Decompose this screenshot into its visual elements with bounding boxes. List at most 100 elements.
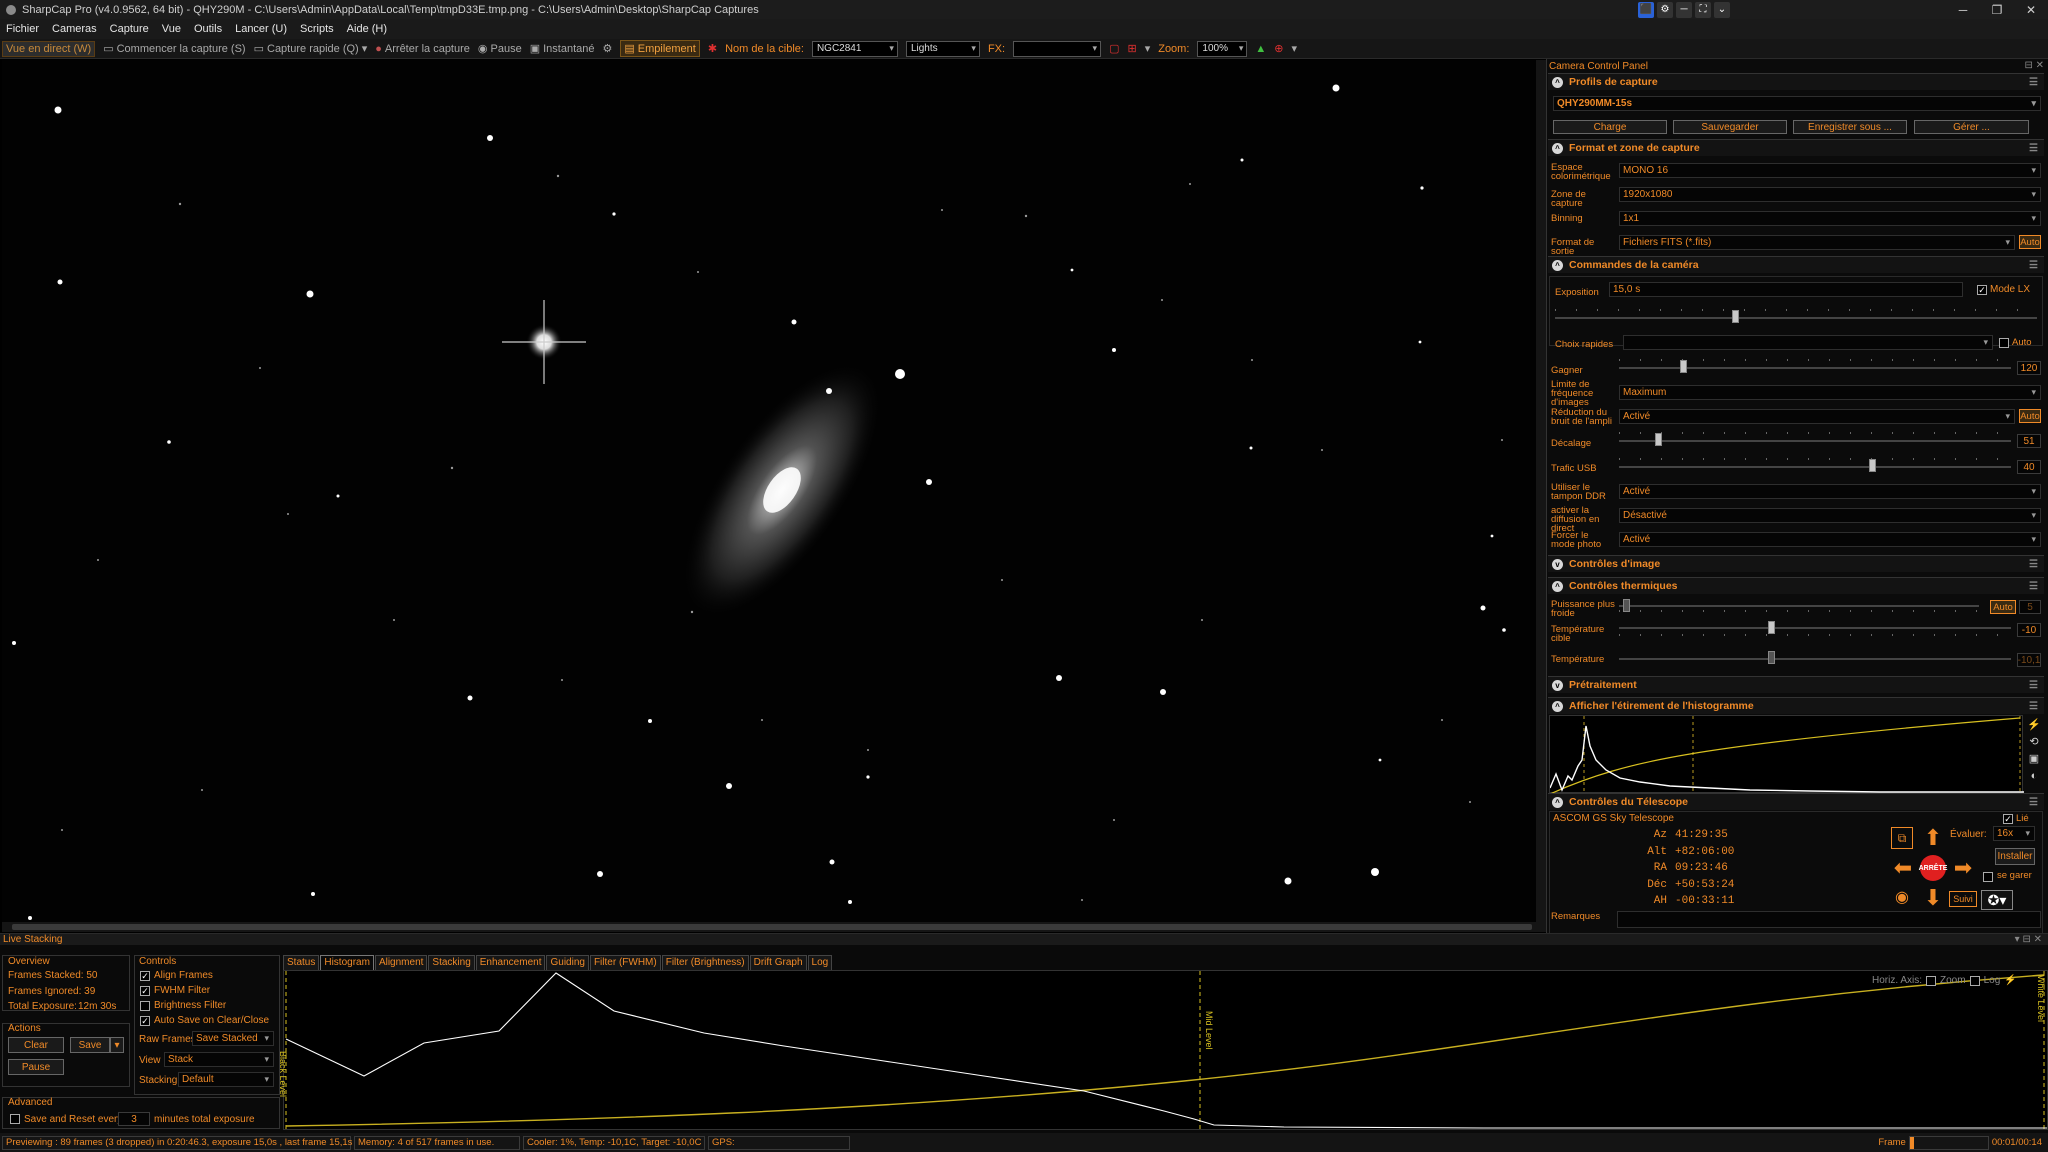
tray-icon-2[interactable]: ⚙ — [1657, 1, 1673, 18]
thermal-controls-header[interactable]: ^ Contrôles thermiques ☰ — [1548, 577, 2044, 594]
menu-launch[interactable]: Lancer (U) — [235, 23, 287, 35]
target-temperature-value[interactable]: -10 — [2017, 623, 2041, 637]
auto-stretch-icon[interactable]: ⚡ — [2004, 975, 2016, 986]
scrollbar-thumb[interactable] — [12, 924, 1532, 930]
menu-icon[interactable]: ☰ — [2029, 260, 2038, 271]
tracking-button[interactable]: Suivi — [1949, 891, 1977, 907]
log-checkbox[interactable] — [1969, 975, 1980, 986]
tab-alignment[interactable]: Alignment — [374, 955, 428, 970]
tab-histogram[interactable]: Histogram — [320, 955, 374, 970]
stacking-button[interactable]: ▤ Empilement — [620, 40, 700, 57]
profile-select[interactable]: QHY290MM-15s — [1553, 96, 2041, 111]
menu-cameras[interactable]: Cameras — [52, 23, 97, 35]
save-dropdown-icon[interactable]: ▾ — [110, 1037, 124, 1053]
remarks-input[interactable] — [1617, 911, 2041, 928]
frame-box-icon[interactable]: ▢ — [1109, 42, 1119, 55]
save-reset-minutes[interactable]: 3 — [118, 1112, 150, 1126]
stop-capture-button[interactable]: ● Arrêter la capture — [375, 43, 470, 55]
target-temperature-slider-thumb[interactable] — [1768, 621, 1775, 634]
gain-slider[interactable] — [1619, 367, 2011, 369]
grid-icon[interactable]: ⊞ — [1127, 42, 1136, 55]
menu-scripts[interactable]: Scripts — [300, 23, 334, 35]
menu-view[interactable]: Vue — [162, 23, 181, 35]
tab-drift-graph[interactable]: Drift Graph — [749, 955, 807, 970]
cooler-power-auto-button[interactable]: Auto — [1990, 600, 2016, 614]
fwhm-filter-checkbox[interactable]: ✓ — [140, 986, 150, 996]
target-name-select[interactable]: NGC2841 — [811, 40, 898, 57]
offset-value[interactable]: 51 — [2017, 434, 2041, 448]
settings-icon[interactable]: ⚙ — [602, 42, 612, 55]
capture-area-select[interactable]: 1920x1080 — [1619, 187, 2041, 202]
save-profile-button[interactable]: Sauvegarder — [1673, 120, 1787, 134]
usb-traffic-value[interactable]: 40 — [2017, 460, 2041, 474]
tray-icon-3[interactable]: ─ — [1676, 1, 1692, 18]
menu-icon[interactable]: ☰ — [2029, 77, 2038, 88]
west-arrow-icon[interactable]: ⬅ — [1889, 855, 1917, 881]
north-arrow-icon[interactable]: ⬆ — [1919, 825, 1947, 851]
photo-mode-select[interactable]: Activé — [1619, 532, 2041, 547]
star-sync-icon[interactable]: ✪▾ — [1981, 890, 2013, 910]
quick-choice-select[interactable] — [1623, 335, 1993, 350]
usb-traffic-slider-thumb[interactable] — [1869, 459, 1876, 472]
live-stream-select[interactable]: Désactivé — [1619, 508, 2041, 523]
zoom-checkbox[interactable] — [1926, 975, 1937, 986]
align-frames-checkbox[interactable]: ✓ — [140, 971, 150, 981]
save-button[interactable]: Save — [70, 1037, 110, 1053]
manage-profiles-button[interactable]: Gérer ... — [1914, 120, 2029, 134]
usb-traffic-slider[interactable] — [1619, 466, 2011, 468]
menu-icon[interactable]: ☰ — [2029, 680, 2038, 691]
east-arrow-icon[interactable]: ➡ — [1949, 855, 1977, 881]
tray-icon-5[interactable]: ⌄ — [1714, 1, 1730, 18]
tray-icon-1[interactable]: ⬛ — [1638, 1, 1654, 18]
pin-close-icons[interactable]: ▾ ⊟ ✕ — [2015, 934, 2042, 945]
menu-icon[interactable]: ☰ — [2029, 581, 2038, 592]
colorspace-select[interactable]: MONO 16 — [1619, 163, 2041, 178]
output-format-select[interactable]: Fichiers FITS (*.fits) — [1619, 235, 2015, 250]
cooler-power-slider-thumb[interactable] — [1623, 599, 1630, 612]
format-header[interactable]: ^ Format et zone de capture ☰ — [1548, 139, 2044, 156]
tab-log[interactable]: Log — [807, 955, 833, 970]
tab-enhancement[interactable]: Enhancement — [475, 955, 546, 970]
park-checkbox[interactable] — [1983, 872, 1993, 882]
viewer-horizontal-scrollbar[interactable] — [2, 922, 1546, 932]
close-button[interactable]: ✕ — [2014, 0, 2048, 19]
chevron-down-icon[interactable]: ▾ — [1145, 42, 1151, 55]
output-format-auto-button[interactable]: Auto — [2019, 235, 2041, 249]
telescope-header[interactable]: ^ Contrôles du Télescope ☰ — [1548, 793, 2044, 810]
menu-capture[interactable]: Capture — [110, 23, 149, 35]
cooler-power-slider[interactable] — [1619, 605, 1979, 607]
offset-slider[interactable] — [1619, 440, 2011, 442]
exposure-input[interactable]: 15,0 s — [1609, 282, 1963, 297]
stretch-histogram[interactable] — [1549, 715, 2024, 795]
rate-select[interactable]: 16x — [1993, 826, 2035, 841]
tab-status[interactable]: Status — [283, 955, 320, 970]
exposure-slider-thumb[interactable] — [1732, 310, 1739, 323]
load-profile-button[interactable]: Charge — [1553, 120, 1667, 134]
histogram-header[interactable]: ^ Afficher l'étirement de l'histogramme ☰ — [1548, 697, 2044, 714]
save-reset-checkbox[interactable] — [10, 1114, 20, 1124]
menu-icon[interactable]: ☰ — [2029, 701, 2038, 712]
viewer-vertical-scrollbar[interactable] — [1536, 60, 1546, 922]
goto-icon[interactable]: ⧉ — [1891, 827, 1913, 849]
pause-button[interactable]: ◉ Pause — [478, 42, 522, 56]
binning-select[interactable]: 1x1 — [1619, 211, 2041, 226]
stop-slew-button[interactable]: ARRÊTE — [1919, 855, 1947, 881]
lx-mode-checkbox[interactable]: ✓ — [1977, 285, 1987, 295]
ddr-buffer-select[interactable]: Activé — [1619, 484, 2041, 499]
restore-button[interactable]: ❐ — [1980, 0, 2014, 19]
fx-select[interactable] — [1013, 40, 1102, 57]
gain-slider-thumb[interactable] — [1680, 360, 1687, 373]
quick-capture-button[interactable]: ▭ Capture rapide (Q) ▾ — [254, 42, 368, 56]
image-controls-header[interactable]: v Contrôles d'image ☰ — [1548, 555, 2044, 572]
menu-icon[interactable]: ☰ — [2029, 797, 2038, 808]
panel-pin-icon[interactable]: ⊟ ✕ — [2024, 60, 2044, 71]
autosave-checkbox[interactable]: ✓ — [140, 1016, 150, 1026]
clear-button[interactable]: Clear — [8, 1037, 64, 1053]
camera-controls-header[interactable]: ^ Commandes de la caméra ☰ — [1548, 256, 2044, 273]
offset-slider-thumb[interactable] — [1655, 433, 1662, 446]
quick-choice-auto-checkbox[interactable] — [1999, 338, 2009, 348]
frame-type-select[interactable]: Lights — [905, 40, 980, 57]
raw-frames-select[interactable]: Save Stacked — [192, 1031, 274, 1046]
gain-value[interactable]: 120 — [2017, 361, 2041, 375]
center-icon[interactable]: ◉ — [1891, 887, 1913, 909]
